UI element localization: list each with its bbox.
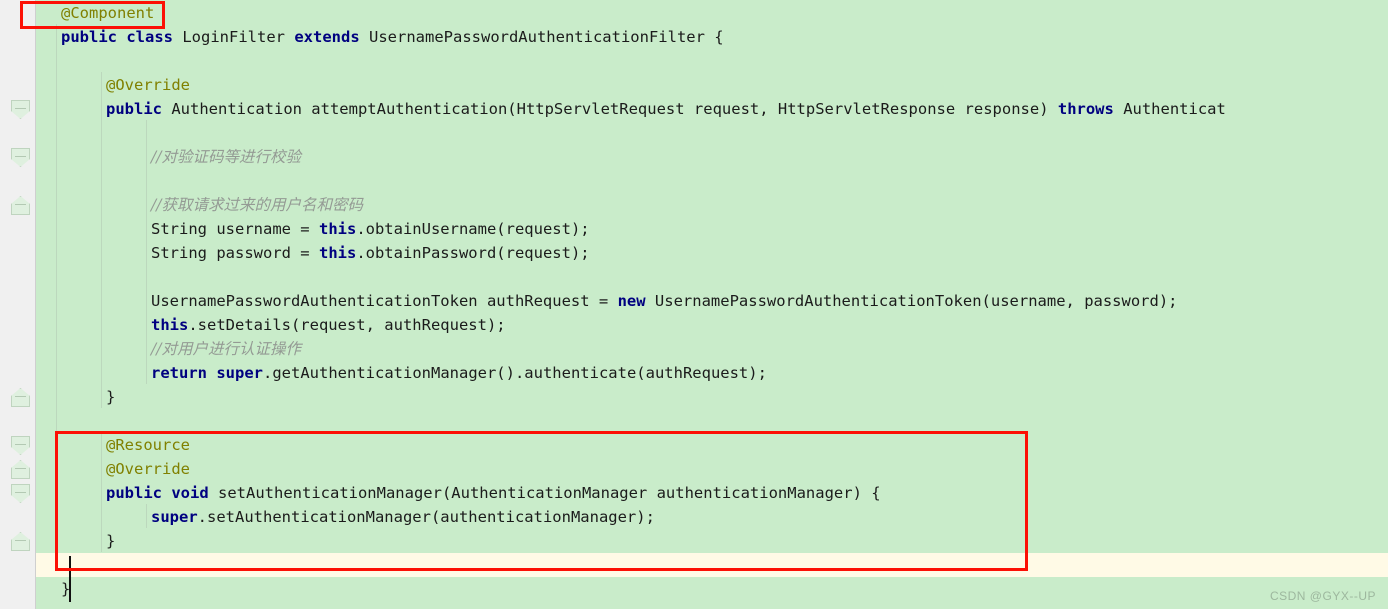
code-line[interactable]: //获取请求过来的用户名和密码 [36, 193, 1388, 217]
code-token: void [171, 484, 209, 502]
code-token: .obtainUsername(request); [356, 220, 590, 238]
code-line[interactable] [36, 49, 1388, 73]
fold-chevron-icon [11, 436, 30, 455]
code-line[interactable]: String password = this.obtainPassword(re… [36, 241, 1388, 265]
code-token: @Override [106, 76, 190, 94]
code-token: this [318, 244, 357, 262]
code-token: super [216, 364, 264, 382]
gutter-divider [35, 0, 36, 609]
code-token: String password = [151, 244, 319, 262]
code-token: .obtainPassword(request); [356, 244, 590, 262]
code-line[interactable]: String username = this.obtainUsername(re… [36, 217, 1388, 241]
fold-chevron-icon [11, 100, 30, 119]
code-line[interactable] [36, 553, 1388, 577]
code-token: extends [294, 28, 360, 46]
fold-minus-icon [15, 468, 26, 469]
code-token: } [106, 388, 116, 406]
code-token: LoginFilter [173, 28, 295, 46]
code-line[interactable]: public void setAuthenticationManager(Aut… [36, 481, 1388, 505]
csdn-watermark: CSDN @GYX--UP [1269, 589, 1376, 603]
code-token: public [106, 100, 162, 118]
code-line[interactable]: return super.getAuthenticationManager().… [36, 361, 1388, 385]
code-token: this [151, 316, 189, 334]
code-line[interactable] [36, 409, 1388, 433]
code-line[interactable]: } [36, 385, 1388, 409]
code-line[interactable]: this.setDetails(request, authRequest); [36, 313, 1388, 337]
fold-minus-icon [15, 444, 26, 445]
code-token: setAuthenticationManager(AuthenticationM… [208, 484, 881, 502]
fold-chevron-icon [11, 388, 30, 407]
code-token: UsernamePasswordAuthenticationToken(user… [645, 292, 1178, 310]
fold-minus-icon [15, 156, 26, 157]
code-line[interactable]: //对用户进行认证操作 [36, 337, 1388, 361]
code-line[interactable]: public class LoginFilter extends Usernam… [36, 25, 1388, 49]
code-token: public [106, 484, 162, 502]
code-line[interactable]: @Resource [36, 433, 1388, 457]
code-line[interactable]: @Component [36, 1, 1388, 25]
code-token: .getAuthenticationManager().authenticate… [263, 364, 767, 382]
editor-gutter[interactable] [0, 0, 36, 609]
code-token: new [617, 292, 646, 310]
fold-chevron-icon [11, 148, 30, 167]
code-line[interactable]: super.setAuthenticationManager(authentic… [36, 505, 1388, 529]
code-token: String username = [151, 220, 319, 238]
fold-chevron-icon [11, 484, 30, 503]
fold-minus-icon [15, 108, 26, 109]
code-line[interactable]: } [36, 577, 1388, 601]
code-token: .setDetails(request, authRequest); [188, 316, 506, 334]
code-token: Authenticat [1113, 100, 1226, 118]
code-line[interactable]: @Override [36, 457, 1388, 481]
fold-chevron-icon [11, 460, 30, 479]
code-token: class [126, 28, 174, 46]
code-token: .setAuthenticationManager(authentication… [197, 508, 655, 526]
code-token: super [151, 508, 198, 526]
fold-marker-2[interactable] [11, 148, 30, 167]
code-token: public [61, 28, 117, 46]
fold-minus-icon [15, 204, 26, 205]
fold-minus-icon [15, 540, 26, 541]
fold-marker-1[interactable] [11, 100, 30, 119]
code-line[interactable] [36, 121, 1388, 145]
code-line[interactable]: public Authentication attemptAuthenticat… [36, 97, 1388, 121]
fold-minus-icon [15, 492, 26, 493]
fold-marker-8[interactable] [11, 532, 30, 551]
code-token: @Component [61, 4, 155, 22]
fold-marker-5[interactable] [11, 436, 30, 455]
fold-chevron-icon [11, 532, 30, 551]
code-token: throws [1057, 100, 1114, 118]
code-line[interactable] [36, 169, 1388, 193]
code-token: Authentication attemptAuthentication(Htt… [162, 100, 1058, 118]
fold-marker-3[interactable] [11, 196, 30, 215]
code-token: } [106, 532, 116, 550]
code-line[interactable]: } [36, 529, 1388, 553]
code-token: UsernamePasswordAuthenticationFilter { [359, 28, 724, 46]
code-token: //对验证码等进行校验 [151, 148, 301, 166]
fold-marker-7[interactable] [11, 484, 30, 503]
code-token: UsernamePasswordAuthenticationToken auth… [151, 292, 618, 310]
code-line[interactable]: @Override [36, 73, 1388, 97]
code-token: this [318, 220, 357, 238]
fold-chevron-icon [11, 196, 30, 215]
code-line[interactable]: UsernamePasswordAuthenticationToken auth… [36, 289, 1388, 313]
fold-marker-6[interactable] [11, 460, 30, 479]
code-line[interactable] [36, 265, 1388, 289]
code-token: @Override [106, 460, 190, 478]
text-caret [69, 556, 71, 602]
code-token: //对用户进行认证操作 [151, 340, 301, 358]
code-line[interactable]: //对验证码等进行校验 [36, 145, 1388, 169]
code-token: return [151, 364, 207, 382]
code-token: //获取请求过来的用户名和密码 [151, 196, 363, 214]
fold-minus-icon [15, 396, 26, 397]
code-surface[interactable]: @Component public class LoginFilter exten… [36, 0, 1388, 609]
code-token: @Resource [106, 436, 190, 454]
fold-marker-4[interactable] [11, 388, 30, 407]
code-editor[interactable]: @Component public class LoginFilter exten… [0, 0, 1388, 609]
